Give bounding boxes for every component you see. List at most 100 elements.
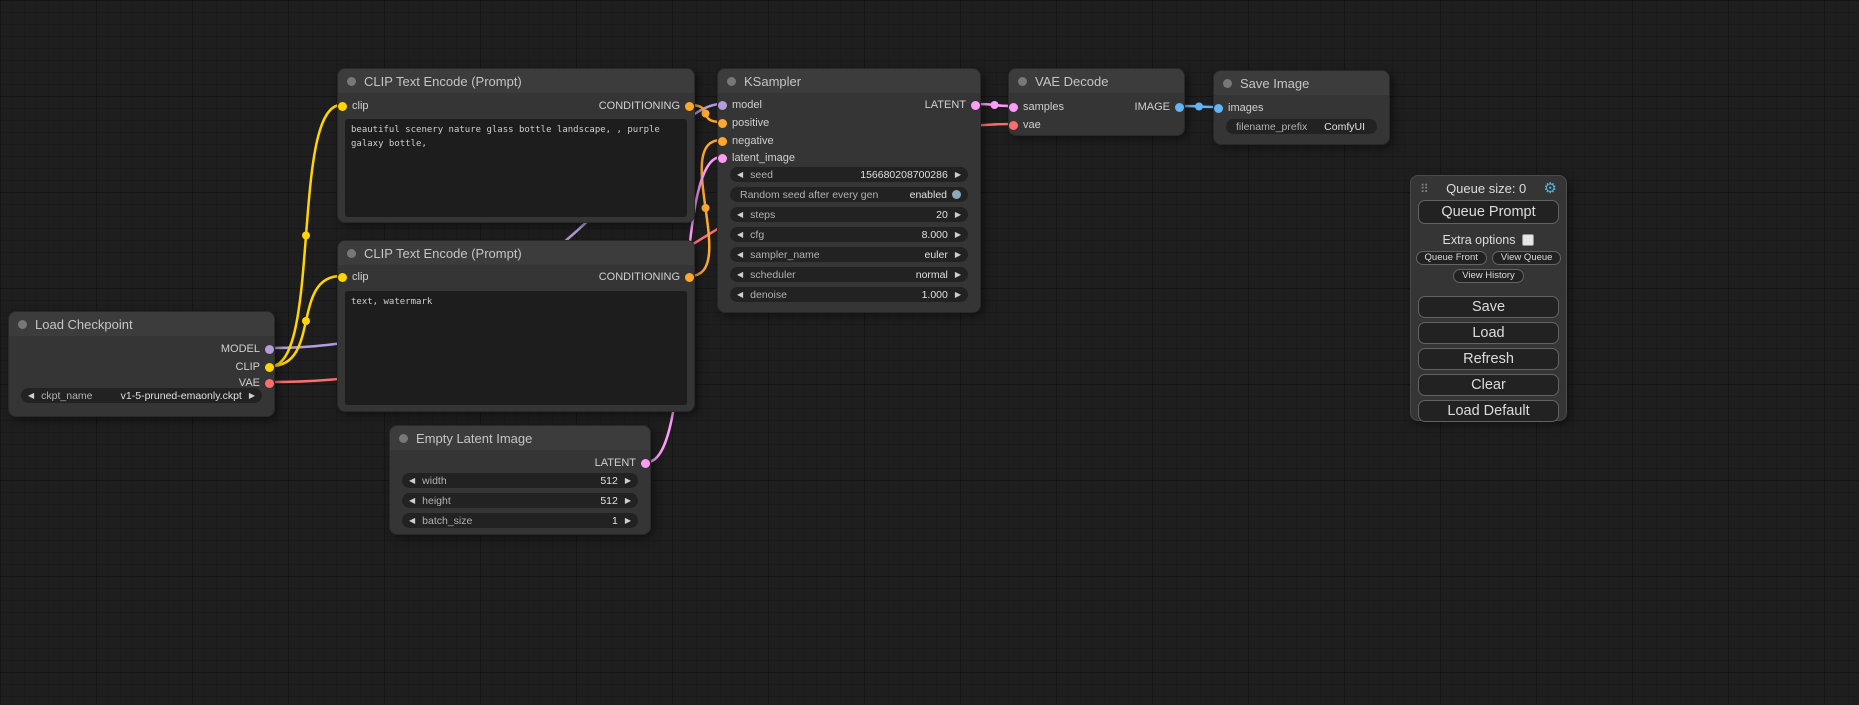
node-clip-text-encode-positive[interactable]: CLIP Text Encode (Prompt) clip CONDITION…	[337, 68, 695, 223]
node-vae-decode[interactable]: VAE Decode samples vae IMAGE	[1008, 68, 1185, 136]
denoise-widget[interactable]: ◀ denoise 1.000 ▶	[730, 287, 968, 302]
sampler-name-widget[interactable]: ◀ sampler_name euler ▶	[730, 247, 968, 262]
node-title: CLIP Text Encode (Prompt)	[364, 74, 522, 89]
view-queue-button[interactable]: View Queue	[1492, 251, 1562, 265]
image-output-dot[interactable]	[1175, 103, 1184, 112]
prompt-textarea[interactable]: beautiful scenery nature glass bottle la…	[345, 119, 687, 217]
node-collapse-dot[interactable]	[1223, 79, 1232, 88]
increment-icon[interactable]: ▶	[625, 477, 631, 485]
model-input-dot[interactable]	[718, 101, 727, 110]
node-load-checkpoint[interactable]: Load Checkpoint MODEL CLIP VAE ◀ ckpt_na…	[8, 311, 275, 417]
decrement-icon[interactable]: ◀	[409, 497, 415, 505]
images-input-dot[interactable]	[1214, 104, 1223, 113]
negative-input-dot[interactable]	[718, 137, 727, 146]
save-button[interactable]: Save	[1418, 296, 1559, 318]
latent-output-dot[interactable]	[641, 459, 650, 468]
node-collapse-dot[interactable]	[399, 434, 408, 443]
refresh-button[interactable]: Refresh	[1418, 348, 1559, 370]
input-slot-samples: samples	[1009, 100, 1064, 114]
decrement-icon[interactable]: ◀	[28, 392, 34, 400]
node-titlebar[interactable]: VAE Decode	[1009, 69, 1184, 93]
decrement-icon[interactable]: ◀	[737, 271, 743, 279]
model-output-dot[interactable]	[265, 345, 274, 354]
slot-label: IMAGE	[1135, 101, 1170, 113]
clip-input-dot[interactable]	[338, 102, 347, 111]
clear-button[interactable]: Clear	[1418, 374, 1559, 396]
widget-label: cfg	[750, 229, 764, 241]
steps-widget[interactable]: ◀ steps 20 ▶	[730, 207, 968, 222]
increment-icon[interactable]: ▶	[955, 271, 961, 279]
widget-label: denoise	[750, 289, 787, 301]
increment-icon[interactable]: ▶	[955, 251, 961, 259]
node-ksampler[interactable]: KSampler model positive negative latent_…	[717, 68, 981, 313]
drag-handle-icon[interactable]: ⠿	[1420, 182, 1429, 196]
seed-widget[interactable]: ◀ seed 156680208700286 ▶	[730, 167, 968, 182]
clip-input-dot[interactable]	[338, 273, 347, 282]
decrement-icon[interactable]: ◀	[737, 211, 743, 219]
node-title: VAE Decode	[1035, 74, 1108, 89]
decrement-icon[interactable]: ◀	[409, 517, 415, 525]
settings-gear-icon[interactable]: ⚙	[1544, 181, 1557, 196]
node-titlebar[interactable]: CLIP Text Encode (Prompt)	[338, 241, 694, 265]
extra-options-checkbox[interactable]	[1522, 234, 1534, 246]
node-empty-latent-image[interactable]: Empty Latent Image LATENT ◀ width 512 ▶ …	[389, 425, 651, 535]
node-collapse-dot[interactable]	[1018, 77, 1027, 86]
node-titlebar[interactable]: CLIP Text Encode (Prompt)	[338, 69, 694, 93]
cfg-widget[interactable]: ◀ cfg 8.000 ▶	[730, 227, 968, 242]
node-titlebar[interactable]: Load Checkpoint	[9, 312, 274, 336]
increment-icon[interactable]: ▶	[955, 171, 961, 179]
graph-canvas[interactable]: Load Checkpoint MODEL CLIP VAE ◀ ckpt_na…	[0, 0, 1859, 705]
increment-icon[interactable]: ▶	[249, 392, 255, 400]
samples-input-dot[interactable]	[1009, 103, 1018, 112]
batch-size-widget[interactable]: ◀ batch_size 1 ▶	[402, 513, 638, 528]
node-collapse-dot[interactable]	[727, 77, 736, 86]
node-titlebar[interactable]: Save Image	[1214, 71, 1389, 95]
node-save-image[interactable]: Save Image images filename_prefix ComfyU…	[1213, 70, 1390, 145]
conditioning-output-dot[interactable]	[685, 273, 694, 282]
node-titlebar[interactable]: Empty Latent Image	[390, 426, 650, 450]
queue-panel-header[interactable]: ⠿ Queue size: 0 ⚙	[1411, 176, 1566, 197]
filename-prefix-widget[interactable]: filename_prefix ComfyUI	[1226, 119, 1377, 134]
latent-output-dot[interactable]	[971, 101, 980, 110]
latent-image-input-dot[interactable]	[718, 154, 727, 163]
queue-prompt-button[interactable]: Queue Prompt	[1418, 200, 1559, 224]
node-clip-text-encode-negative[interactable]: CLIP Text Encode (Prompt) clip CONDITION…	[337, 240, 695, 412]
widget-label: filename_prefix	[1236, 121, 1307, 133]
queue-front-button[interactable]: Queue Front	[1416, 251, 1487, 265]
toggle-dot[interactable]	[952, 190, 961, 199]
increment-icon[interactable]: ▶	[955, 211, 961, 219]
conditioning-output-dot[interactable]	[685, 102, 694, 111]
ckpt-name-widget[interactable]: ◀ ckpt_name v1-5-pruned-emaonly.ckpt ▶	[21, 388, 262, 403]
random-seed-toggle-widget[interactable]: Random seed after every gen enabled	[730, 187, 968, 202]
vae-output-dot[interactable]	[265, 379, 274, 388]
node-collapse-dot[interactable]	[18, 320, 27, 329]
decrement-icon[interactable]: ◀	[737, 171, 743, 179]
node-collapse-dot[interactable]	[347, 77, 356, 86]
output-slot-latent: LATENT	[925, 98, 980, 112]
decrement-icon[interactable]: ◀	[409, 477, 415, 485]
clip-output-dot[interactable]	[265, 363, 274, 372]
increment-icon[interactable]: ▶	[625, 517, 631, 525]
prompt-textarea[interactable]: text, watermark	[345, 291, 687, 405]
node-title: KSampler	[744, 74, 801, 89]
load-default-button[interactable]: Load Default	[1418, 400, 1559, 422]
decrement-icon[interactable]: ◀	[737, 291, 743, 299]
widget-value: 20	[936, 209, 948, 221]
decrement-icon[interactable]: ◀	[737, 231, 743, 239]
view-history-button[interactable]: View History	[1453, 269, 1524, 283]
scheduler-widget[interactable]: ◀ scheduler normal ▶	[730, 267, 968, 282]
decrement-icon[interactable]: ◀	[737, 251, 743, 259]
input-slot-clip: clip	[338, 270, 369, 284]
positive-input-dot[interactable]	[718, 119, 727, 128]
increment-icon[interactable]: ▶	[955, 231, 961, 239]
increment-icon[interactable]: ▶	[955, 291, 961, 299]
width-widget[interactable]: ◀ width 512 ▶	[402, 473, 638, 488]
node-title: CLIP Text Encode (Prompt)	[364, 246, 522, 261]
increment-icon[interactable]: ▶	[625, 497, 631, 505]
vae-input-dot[interactable]	[1009, 121, 1018, 130]
load-button[interactable]: Load	[1418, 322, 1559, 344]
height-widget[interactable]: ◀ height 512 ▶	[402, 493, 638, 508]
slot-label: samples	[1023, 101, 1064, 113]
node-titlebar[interactable]: KSampler	[718, 69, 980, 93]
node-collapse-dot[interactable]	[347, 249, 356, 258]
